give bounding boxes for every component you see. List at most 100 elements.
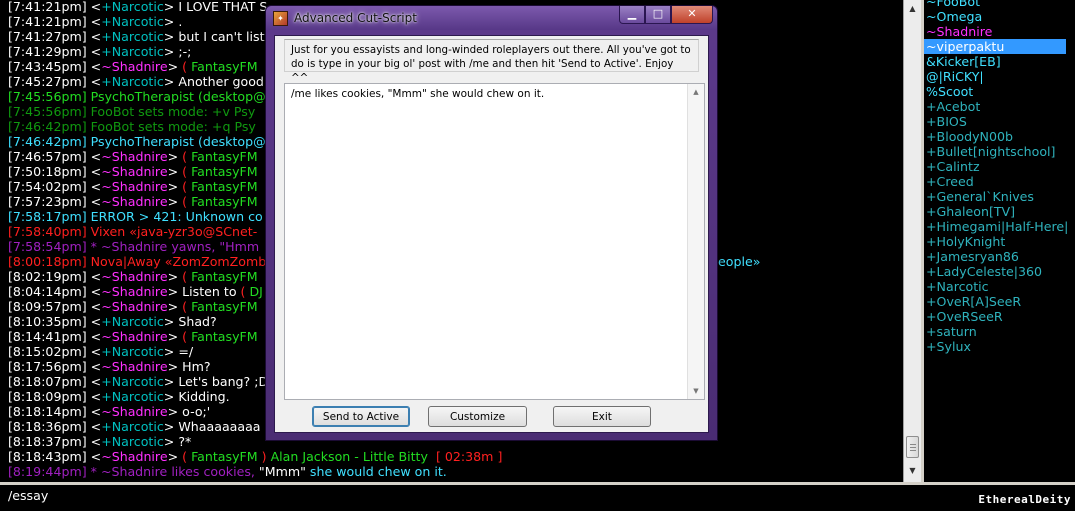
chat-line: [7:58:40pm] Vixen «java-yzr3o@SCnet-	[8, 224, 257, 239]
scroll-down-arrow-icon[interactable]: ▼	[904, 462, 921, 479]
nick-list-item[interactable]: ~Omega	[924, 9, 1066, 24]
nick-list-item[interactable]: +Creed	[924, 174, 1066, 189]
chat-line: [7:41:21pm] <+Narcotic> I LOVE THAT S	[8, 0, 267, 14]
chat-line: [8:18:07pm] <+Narcotic> Let's bang? ;D	[8, 374, 268, 389]
chat-segment: [8:19:44pm] * ~Shadnire likes cookies,	[8, 464, 259, 479]
chat-segment: ~Shadnire	[101, 284, 168, 299]
nick-list-item[interactable]: +LadyCeleste|360	[924, 264, 1066, 279]
chat-segment: [7:41:27pm] <	[8, 29, 102, 44]
chat-line: [7:46:42pm] FooBot sets mode: +q Psy	[8, 119, 256, 134]
customize-button[interactable]: Customize	[428, 406, 527, 427]
nick-list-item[interactable]: +saturn	[924, 324, 1066, 339]
nick-list-item[interactable]: +Sylux	[924, 339, 1066, 354]
nick-list-item[interactable]: +General`Knives	[924, 189, 1066, 204]
chat-segment: >	[167, 299, 183, 314]
chat-segment: (	[182, 449, 192, 464]
nick-list-item[interactable]: +Jamesryan86	[924, 249, 1066, 264]
chat-segment: ~Shadnire	[101, 59, 168, 74]
dialog-title: Advanced Cut-Script	[294, 11, 417, 25]
nick-list[interactable]: ~FooBot ~Omega ~Shadnire ~viperpaktu &Kicker…	[924, 0, 1075, 482]
chat-segment: DJ	[249, 284, 263, 299]
chat-segment: > =/	[163, 344, 194, 359]
chat-segment: ~Shadnire	[101, 299, 168, 314]
dialog-title-bar[interactable]: ✦ Advanced Cut-Script ▁ □ ✕	[266, 6, 717, 30]
chat-line: [8:18:09pm] <+Narcotic> Kidding.	[8, 389, 230, 404]
chat-line: [7:41:21pm] <+Narcotic> .	[8, 14, 182, 29]
chat-segment: FantasyFM	[191, 149, 258, 164]
nick-list-item[interactable]: +Narcotic	[924, 279, 1066, 294]
app-icon[interactable]: ✦	[273, 11, 288, 26]
nick-list-item[interactable]: +OveR[A]SeeR	[924, 294, 1066, 309]
text-area-scrollbar[interactable]: ▲ ▼	[687, 84, 704, 399]
nick-list-item[interactable]: +BIOS	[924, 114, 1066, 129]
chat-line: [8:17:56pm] <~Shadnire> Hm?	[8, 359, 211, 374]
chat-line: [7:54:02pm] <~Shadnire> ( FantasyFM	[8, 179, 258, 194]
chat-segment: +Narcotic	[101, 29, 164, 44]
nick-list-item[interactable]: +BloodyN00b	[924, 129, 1066, 144]
close-button[interactable]: ✕	[671, 6, 713, 24]
chat-segment: ]	[493, 449, 503, 464]
chat-segment: FantasyFM	[191, 299, 258, 314]
nick-list-item[interactable]: +Bullet[nightschool]	[924, 144, 1066, 159]
nick-list-item[interactable]: ~Shadnire	[924, 24, 1066, 39]
nick-list-item[interactable]: +OveRSeeR	[924, 309, 1066, 324]
chat-segment: > Another good	[163, 74, 264, 89]
maximize-button[interactable]: □	[645, 6, 671, 24]
nick-list-item[interactable]: %Scoot	[924, 84, 1066, 99]
chat-segment: ~Shadnire	[101, 149, 168, 164]
chat-segment: FantasyFM	[191, 449, 258, 464]
nick-list-item[interactable]: @|RiCKY|	[924, 69, 1066, 84]
chat-segment: +Narcotic	[101, 44, 164, 59]
chat-segment: >	[167, 149, 183, 164]
nick-list-item[interactable]: +Acebot	[924, 99, 1066, 114]
scroll-up-arrow-icon[interactable]: ▲	[904, 0, 921, 17]
nick-list-item[interactable]: +Calintz	[924, 159, 1066, 174]
send-to-active-button[interactable]: Send to Active	[312, 406, 410, 427]
essay-text-area[interactable]: /me likes cookies, "Mmm" she would chew …	[284, 83, 705, 400]
chat-segment: > Hm?	[167, 359, 211, 374]
chat-segment: > o-o;'	[167, 404, 211, 419]
chat-scrollbar[interactable]: ▲ ▼	[903, 0, 921, 482]
chat-segment: > Listen to	[167, 284, 241, 299]
nick-list-item[interactable]: +Himegami|Half-Here|	[924, 219, 1068, 234]
chat-segment: +Narcotic	[101, 344, 164, 359]
chat-segment: >	[167, 269, 183, 284]
chat-line: [7:58:17pm] ERROR > 421: Unknown co	[8, 209, 263, 224]
chat-segment: (	[182, 164, 192, 179]
chat-line: [8:18:43pm] <~Shadnire> ( FantasyFM ) Al…	[8, 449, 502, 464]
chat-segment: > but I can't list	[163, 29, 265, 44]
chat-segment: >	[167, 59, 183, 74]
chat-segment: Alan Jackson - Little Bitty	[270, 449, 428, 464]
chat-segment: (	[182, 179, 192, 194]
chat-segment: [7:46:42pm] FooBot sets mode: +q Psy	[8, 119, 256, 134]
chat-line: [7:57:23pm] <~Shadnire> ( FantasyFM	[8, 194, 258, 209]
chat-segment: +Narcotic	[101, 434, 164, 449]
chat-segment: FantasyFM	[191, 329, 258, 344]
chat-segment: ~Shadnire	[101, 269, 168, 284]
nick-list-item[interactable]: +HolyKnight	[924, 234, 1066, 249]
nick-list-item[interactable]: &Kicker[EB]	[924, 54, 1066, 69]
chat-segment: > ?*	[163, 434, 192, 449]
scrollbar-thumb[interactable]	[906, 436, 919, 458]
message-input[interactable]	[0, 485, 968, 505]
chat-segment: +Narcotic	[101, 389, 164, 404]
chat-segment: FantasyFM	[191, 269, 258, 284]
advanced-cut-script-dialog: ✦ Advanced Cut-Script ▁ □ ✕ Just for you…	[265, 5, 718, 441]
chat-segment: (	[182, 194, 192, 209]
essay-text-content[interactable]: /me likes cookies, "Mmm" she would chew …	[291, 88, 544, 100]
chat-segment: [8:04:14pm] <	[8, 284, 102, 299]
minimize-button[interactable]: ▁	[619, 6, 645, 24]
bottom-strip	[0, 505, 1075, 511]
nick-list-item[interactable]: ~FooBot	[924, 0, 1066, 9]
chat-segment: [8:18:14pm] <	[8, 404, 102, 419]
scroll-up-arrow-icon[interactable]: ▲	[688, 84, 704, 100]
exit-button[interactable]: Exit	[553, 406, 651, 427]
chat-segment: "Mmm"	[258, 464, 306, 479]
scroll-down-arrow-icon[interactable]: ▼	[688, 383, 704, 399]
chat-segment: [7:45:56pm] PsychoTherapist (desktop@	[8, 89, 266, 104]
chat-segment: ~Shadnire	[101, 404, 168, 419]
chat-segment: [7:54:02pm] <	[8, 179, 102, 194]
nick-list-item[interactable]: +Ghaleon[TV]	[924, 204, 1066, 219]
chat-segment: [7:58:17pm] ERROR	[8, 209, 139, 224]
nick-list-item[interactable]: ~viperpaktu	[924, 39, 1066, 54]
